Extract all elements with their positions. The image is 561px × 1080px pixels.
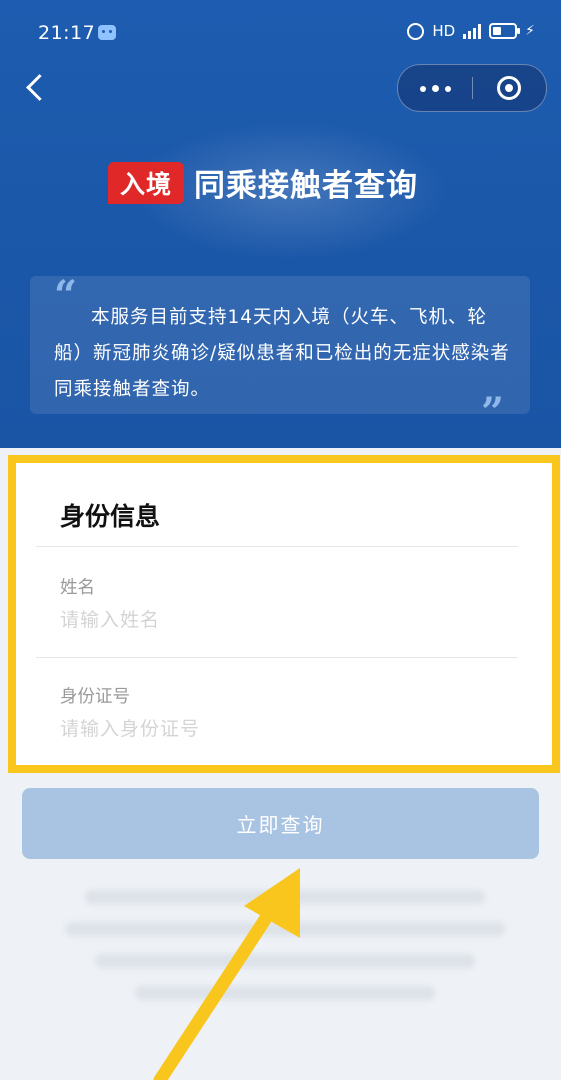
notice-text: 本服务目前支持14天内入境（火车、飞机、轮船）新冠肺炎确诊/疑似患者和已检出的无… [54,307,510,400]
close-quote-icon: ” [480,389,504,436]
name-label: 姓名 [60,578,95,598]
more-button[interactable] [398,65,472,111]
submit-query-button[interactable]: 立即查询 [22,788,539,859]
network-type: HD [432,22,456,40]
banner-title: 入境 同乘接触者查询 [108,160,418,205]
status-icons: HD ⚡ [407,22,535,40]
service-notice: “ 本服务目前支持14天内入境（火车、飞机、轮船）新冠肺炎确诊/疑似患者和已检出… [30,272,530,436]
id-number-label: 身份证号 [60,687,130,707]
entry-tag: 入境 [108,161,185,204]
charging-bolt-icon: ⚡ [525,23,535,39]
status-bar: 21:17 HD ⚡ [0,0,561,64]
close-mini-program-button[interactable] [473,65,546,111]
identity-form-card: 身份信息 姓名 身份证号 [8,455,560,773]
blurred-footnote [60,890,510,1018]
battery-icon [489,23,521,39]
back-button[interactable] [18,70,54,106]
page-header: 21:17 HD ⚡ 入境 同乘接触者查询 “ 本服务目前支持14天内入境（火车… [0,0,561,448]
name-input[interactable] [58,604,502,636]
section-title: 身份信息 [60,502,161,531]
mini-program-capsule [397,64,547,112]
status-time: 21:17 [38,22,96,44]
divider [36,546,518,547]
app-icon [98,25,116,40]
alarm-icon [407,22,425,40]
signal-icon [463,23,482,39]
id-number-input[interactable] [58,713,502,745]
divider [36,657,518,658]
page-title: 同乘接触者查询 [194,168,419,204]
more-dots-icon [420,85,451,92]
target-close-icon [497,76,521,100]
